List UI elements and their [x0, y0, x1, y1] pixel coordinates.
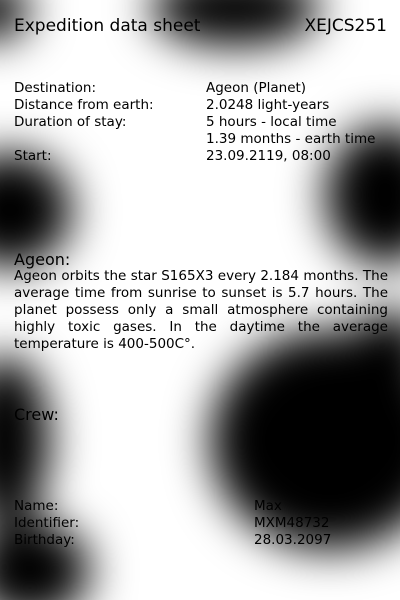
detail-label: Destination: — [14, 80, 97, 96]
crew-details: Name: Max Identifier: MXM48732 Birthday:… — [14, 498, 394, 549]
crew-row-name: Name: Max — [14, 498, 394, 515]
expedition-sheet: Expedition data sheet XEJCS251 Destinati… — [0, 0, 400, 600]
crew-label: Birthday: — [14, 532, 75, 548]
detail-row-destination: Destination: Ageon (Planet) — [14, 80, 394, 97]
detail-value: 23.09.2119, 08:00 — [206, 148, 331, 164]
sheet-title: Expedition data sheet — [14, 16, 201, 36]
detail-label: Distance from earth: — [14, 97, 154, 113]
crew-row-birthday: Birthday: 28.03.2097 — [14, 532, 394, 549]
detail-label: Start: — [14, 148, 52, 164]
detail-row-distance: Distance from earth: 2.0248 light-years — [14, 97, 394, 114]
crew-label: Name: — [14, 498, 59, 514]
crew-heading: Crew: — [14, 405, 59, 424]
crew-value: 28.03.2097 — [254, 532, 332, 548]
crew-value: MXM48732 — [254, 515, 330, 531]
planet-heading: Ageon: — [14, 250, 71, 269]
expedition-details: Destination: Ageon (Planet) Distance fro… — [14, 80, 394, 165]
planet-description: Ageon orbits the star S165X3 every 2.184… — [14, 268, 388, 352]
detail-value: Ageon (Planet) — [206, 80, 307, 96]
detail-value: 2.0248 light-years — [206, 97, 330, 113]
detail-row-start: Start: 23.09.2119, 08:00 — [14, 148, 394, 165]
detail-row-duration-earth: 1.39 months - earth time — [14, 131, 394, 148]
detail-row-duration: Duration of stay: 5 hours - local time — [14, 114, 394, 131]
crew-row-identifier: Identifier: MXM48732 — [14, 515, 394, 532]
crew-value: Max — [254, 498, 282, 514]
detail-value: 1.39 months - earth time — [206, 131, 376, 147]
crew-label: Identifier: — [14, 515, 80, 531]
detail-label: Duration of stay: — [14, 114, 127, 130]
detail-value: 5 hours - local time — [206, 114, 337, 130]
sheet-code: XEJCS251 — [304, 16, 387, 36]
